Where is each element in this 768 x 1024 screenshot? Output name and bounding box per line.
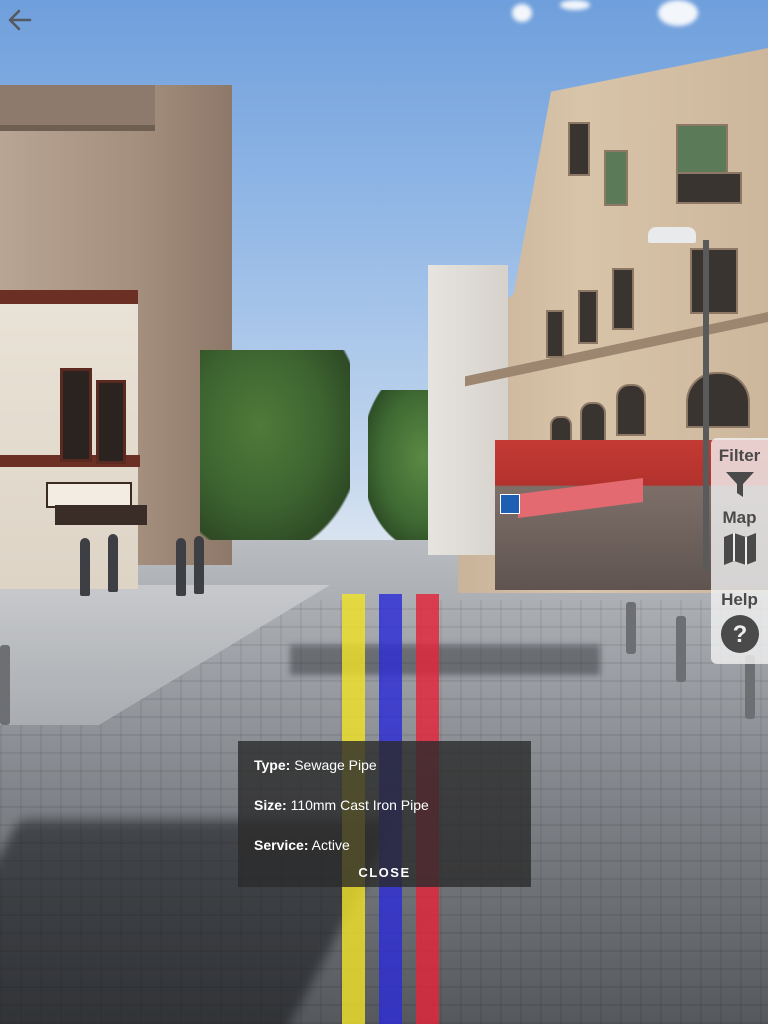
shadow [290, 645, 600, 675]
window [578, 290, 598, 344]
back-button[interactable] [4, 4, 36, 36]
bollard [745, 655, 755, 719]
street-lamp [648, 227, 696, 243]
pipe-type-row: Type: Sewage Pipe [254, 757, 377, 773]
cloud [512, 4, 532, 22]
size-label: Size: [254, 797, 287, 813]
map-icon [723, 533, 756, 565]
pedestrian [80, 538, 90, 596]
filter-label: Filter [718, 446, 761, 465]
pedestrian [176, 538, 186, 596]
map-label: Map [722, 508, 757, 527]
cloud [658, 0, 698, 26]
pedestrian [108, 534, 118, 592]
window [60, 368, 92, 462]
type-value: Sewage Pipe [294, 757, 377, 773]
size-value: 110mm Cast Iron Pipe [290, 797, 429, 813]
balcony [676, 172, 742, 204]
filter-button[interactable]: Filter [711, 446, 768, 500]
help-label: Help [721, 590, 758, 609]
bollard [676, 616, 686, 682]
left-building-roof [0, 85, 155, 131]
trees [200, 350, 350, 540]
window [676, 124, 728, 174]
side-menu: Filter Map Help ? [711, 438, 768, 664]
window [690, 248, 738, 314]
pipe-info-card: Type: Sewage Pipe Size: 110mm Cast Iron … [238, 741, 531, 887]
window [604, 150, 628, 206]
awning [55, 505, 147, 525]
filter-icon [725, 472, 754, 497]
window [612, 268, 634, 330]
window [96, 380, 126, 464]
pedestrian [194, 536, 204, 594]
arched-window [616, 384, 646, 436]
map-button[interactable]: Map [711, 508, 768, 566]
svg-text:?: ? [732, 621, 747, 648]
window [568, 122, 590, 176]
arched-window [686, 372, 750, 428]
lamp-pole [703, 240, 709, 570]
service-value: Active [311, 837, 350, 853]
help-button[interactable]: Help ? [711, 590, 768, 654]
bollard [0, 645, 10, 725]
cloud [560, 0, 590, 10]
pipe-size-row: Size: 110mm Cast Iron Pipe [254, 797, 429, 813]
arrow-left-icon [8, 9, 32, 31]
window [546, 310, 564, 358]
pedestrian-sign [500, 494, 520, 514]
type-label: Type: [254, 757, 291, 773]
service-label: Service: [254, 837, 309, 853]
pipe-service-row: Service: Active [254, 837, 350, 853]
help-circle-icon: ? [720, 615, 759, 653]
bollard [626, 602, 636, 654]
close-button[interactable]: CLOSE [238, 865, 531, 880]
